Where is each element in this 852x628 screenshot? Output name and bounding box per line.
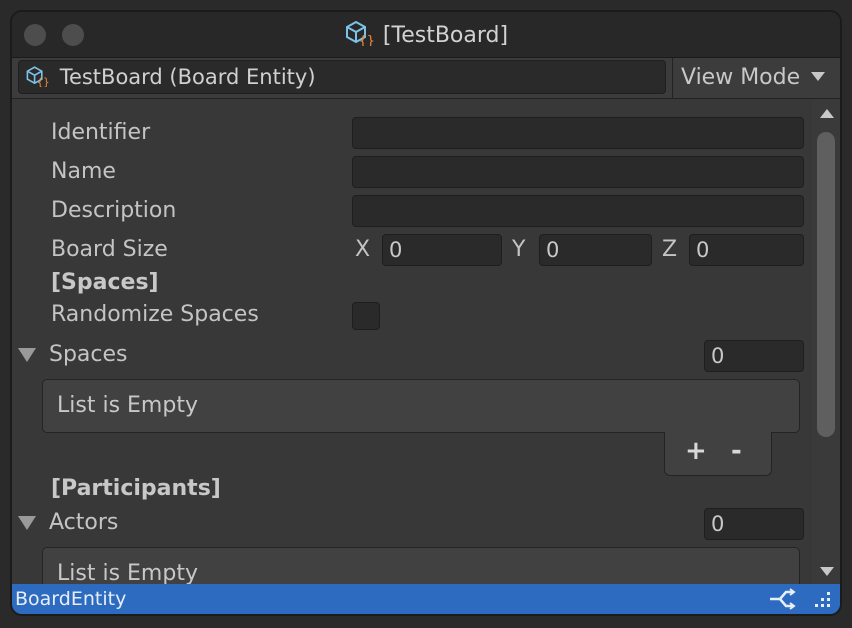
script-cube-icon: {} <box>344 20 375 52</box>
spaces-empty-text: List is Empty <box>57 393 198 418</box>
name-label: Name <box>51 159 116 184</box>
add-element-button[interactable]: + <box>685 436 707 466</box>
spaces-foldout-label[interactable]: Spaces <box>49 342 128 367</box>
randomize-spaces-checkbox[interactable] <box>352 302 380 330</box>
view-mode-dropdown[interactable]: View Mode <box>672 58 840 98</box>
scroll-down-icon[interactable] <box>820 567 834 576</box>
spaces-list: List is Empty <box>42 379 800 433</box>
board-size-label: Board Size <box>51 237 168 262</box>
remove-element-button[interactable]: - <box>731 436 742 466</box>
resize-grip-icon[interactable] <box>810 588 834 614</box>
vertical-scrollbar[interactable] <box>812 99 840 586</box>
svg-text:{}: {} <box>359 34 374 46</box>
actors-foldout-label[interactable]: Actors <box>49 510 118 535</box>
object-field[interactable]: {} TestBoard (Board Entity) <box>18 60 666 94</box>
status-text: BoardEntity <box>15 588 127 610</box>
title-bar: {} [TestBoard] <box>12 12 840 58</box>
script-cube-icon: {} <box>25 64 50 96</box>
window-title-area: {} [TestBoard] <box>12 20 840 52</box>
actors-empty-text: List is Empty <box>57 561 198 586</box>
actors-list: List is Empty <box>42 547 800 586</box>
participants-section-header: [Participants] <box>51 476 221 501</box>
inspector-content: Identifier Name Description Board Size X… <box>12 99 812 586</box>
board-size-x-field[interactable]: 0 <box>382 234 502 266</box>
object-field-label: TestBoard (Board Entity) <box>59 65 316 89</box>
svg-text:{}: {} <box>37 77 49 87</box>
board-size-y-field[interactable]: 0 <box>539 234 652 266</box>
randomize-spaces-label: Randomize Spaces <box>51 302 259 327</box>
y-axis-label: Y <box>512 237 526 262</box>
scrollbar-thumb[interactable] <box>817 132 835 437</box>
link-icon[interactable] <box>768 588 798 614</box>
foldout-arrow-icon[interactable] <box>18 348 36 362</box>
identifier-label: Identifier <box>51 120 151 145</box>
spaces-section-header: [Spaces] <box>51 270 159 295</box>
status-bar: BoardEntity <box>12 584 840 614</box>
z-axis-label: Z <box>662 237 678 262</box>
window-title: [TestBoard] <box>382 23 509 48</box>
view-mode-label: View Mode <box>681 65 801 90</box>
identifier-field[interactable] <box>352 117 804 149</box>
actors-count-field[interactable]: 0 <box>704 508 804 540</box>
x-axis-label: X <box>355 237 371 262</box>
foldout-arrow-icon[interactable] <box>18 516 36 530</box>
name-field[interactable] <box>352 156 804 188</box>
board-size-z-field[interactable]: 0 <box>689 234 804 266</box>
description-label: Description <box>51 198 177 223</box>
inspector-window: {} [TestBoard] {} TestBoard (Board Entit… <box>10 10 842 616</box>
spaces-list-footer: + - <box>664 432 772 476</box>
spaces-count-field[interactable]: 0 <box>704 340 804 372</box>
chevron-down-icon <box>811 72 826 81</box>
scroll-up-icon[interactable] <box>820 109 834 118</box>
inspector-header: {} TestBoard (Board Entity) View Mode <box>12 58 840 99</box>
description-field[interactable] <box>352 195 804 227</box>
